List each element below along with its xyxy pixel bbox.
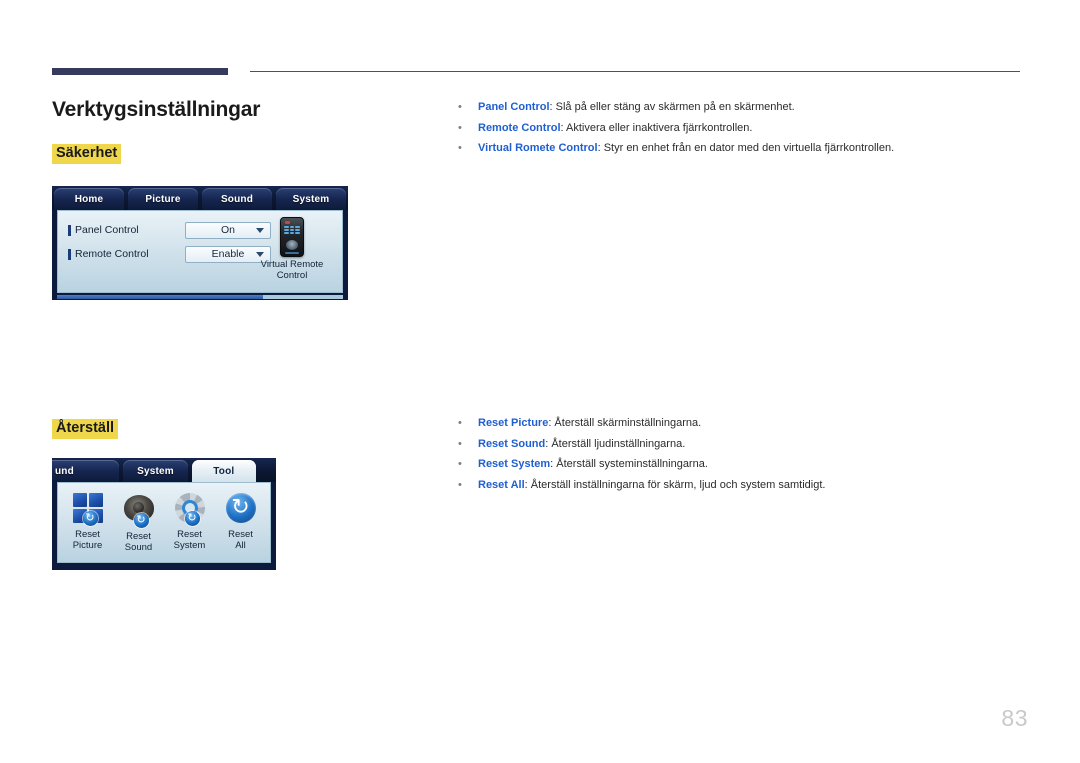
bullet-dot-icon xyxy=(458,437,478,453)
tab-system[interactable]: System xyxy=(276,188,346,210)
reset-all-label: Reset All xyxy=(215,529,266,552)
bullet-list-security: Panel Control: Slå på eller stäng av skä… xyxy=(458,100,894,162)
reset-sound-button[interactable]: Reset Sound xyxy=(113,491,164,554)
tab-bar-spacer xyxy=(260,460,274,482)
reset-sound-label: Reset Sound xyxy=(113,531,164,554)
refresh-badge-icon xyxy=(133,513,149,528)
bullet-term: Panel Control xyxy=(478,101,550,113)
bullet-dot-icon xyxy=(458,141,478,157)
header-rule-thin xyxy=(250,71,1020,72)
section-heading-aterstall: Återställ xyxy=(52,419,119,440)
bullet-item: Reset All: Återställ inställningarna för… xyxy=(458,478,825,494)
virtual-remote-control-button[interactable]: Virtual Remote Control xyxy=(250,217,334,282)
vrc-label-line2: Control xyxy=(276,269,308,281)
bullet-item: Reset Picture: Återställ skärminställnin… xyxy=(458,416,825,432)
remote-dpad-icon xyxy=(286,240,298,250)
remote-bottom-key-icon xyxy=(285,252,299,254)
reset-system-button[interactable]: Reset System xyxy=(164,491,215,552)
bullet-description: : Slå på eller stäng av skärmen på en sk… xyxy=(549,101,795,113)
bullet-description: : Återställ inställningarna för skärm, l… xyxy=(524,478,826,491)
bullet-dot-icon xyxy=(458,416,478,432)
tab-home[interactable]: Home xyxy=(54,188,124,210)
bullet-term: Reset Picture xyxy=(478,417,549,429)
window-grid-icon xyxy=(71,493,105,527)
tab-tool[interactable]: Tool xyxy=(191,460,256,482)
reset-system-label: Reset System xyxy=(164,529,215,552)
remote-control-icon xyxy=(280,217,304,257)
tab-bar: und System Tool xyxy=(52,458,276,482)
virtual-remote-control-label: Virtual Remote Control xyxy=(250,259,334,282)
reset-icon-row: Reset Picture Reset Sound xyxy=(62,491,266,554)
tab-bar: Home Picture Sound System xyxy=(52,186,348,210)
refresh-icon xyxy=(224,493,258,527)
setting-label: Panel Control xyxy=(75,224,139,236)
bullet-dot-icon xyxy=(458,457,478,473)
screenshot-security-body: Panel Control On Remote Control Enable V… xyxy=(57,210,343,293)
setting-row-remote-control: Remote Control Enable xyxy=(68,245,271,263)
tab-picture[interactable]: Picture xyxy=(128,188,198,210)
screenshot-security-panel: Home Picture Sound System Panel Control … xyxy=(52,186,348,300)
reset-picture-label: Reset Picture xyxy=(62,529,113,552)
tab-system[interactable]: System xyxy=(123,460,188,482)
row-marker-icon xyxy=(68,248,71,260)
bullet-description: : Aktivera eller inaktivera fjärrkontrol… xyxy=(560,121,753,134)
gear-icon xyxy=(173,493,207,527)
caption-line2: All xyxy=(235,539,246,551)
speaker-icon xyxy=(122,495,156,529)
caption-line2: System xyxy=(173,539,206,551)
bullet-term: Reset All xyxy=(478,478,525,491)
header-rule-thick xyxy=(52,68,228,75)
caption-line2: Picture xyxy=(72,539,103,551)
setting-row-panel-control: Panel Control On xyxy=(68,221,271,239)
header-rule xyxy=(52,66,1020,78)
bullet-term: Reset System xyxy=(478,458,551,471)
bullet-description: : Återställ skärminställningarna. xyxy=(548,417,702,429)
bullet-dot-icon xyxy=(458,100,478,116)
dropdown-value: On xyxy=(220,224,235,236)
refresh-badge-icon xyxy=(82,511,98,526)
page-number: 83 xyxy=(1001,705,1028,731)
refresh-badge-icon xyxy=(184,511,200,526)
screenshot-reset-panel: und System Tool Reset Picture xyxy=(52,458,276,570)
tab-sound-clipped[interactable]: und xyxy=(52,460,120,482)
bullet-item: Reset System: Återställ systeminställnin… xyxy=(458,457,825,473)
reset-all-button[interactable]: Reset All xyxy=(215,491,266,552)
row-marker-icon xyxy=(68,224,71,236)
bullet-item: Panel Control: Slå på eller stäng av skä… xyxy=(458,100,894,116)
bullet-item: Reset Sound: Återställ ljudinställningar… xyxy=(458,437,825,453)
remote-power-key-icon xyxy=(285,221,290,224)
reset-picture-button[interactable]: Reset Picture xyxy=(62,491,113,552)
setting-label: Remote Control xyxy=(75,248,149,260)
bullet-dot-icon xyxy=(458,121,478,137)
screenshot-reset-body: Reset Picture Reset Sound xyxy=(57,482,271,563)
bullet-term: Virtual Romete Control xyxy=(478,142,598,155)
bullet-description: : Återställ systeminställningarna. xyxy=(550,458,708,471)
bullet-term: Remote Control xyxy=(478,121,561,134)
bullet-term: Reset Sound xyxy=(478,437,546,450)
bullet-list-reset: Reset Picture: Återställ skärminställnin… xyxy=(458,416,825,498)
panel-scrollbar[interactable] xyxy=(57,295,343,299)
section-heading-sakerhet: Säkerhet xyxy=(52,144,122,165)
panel-scrollbar-thumb[interactable] xyxy=(57,295,263,299)
tab-sound[interactable]: Sound xyxy=(202,188,272,210)
bullet-item: Remote Control: Aktivera eller inaktiver… xyxy=(458,121,894,137)
bullet-item: Virtual Romete Control: Styr en enhet fr… xyxy=(458,141,894,157)
remote-keypad-icon xyxy=(284,226,300,234)
bullet-description: : Styr en enhet från en dator med den vi… xyxy=(597,142,895,155)
dropdown-value: Enable xyxy=(211,248,245,260)
bullet-dot-icon xyxy=(458,478,478,494)
bullet-description: : Återställ ljudinställningarna. xyxy=(545,437,686,450)
page-title: Verktygsinställningar xyxy=(52,98,261,121)
caption-line2: Sound xyxy=(124,541,153,553)
